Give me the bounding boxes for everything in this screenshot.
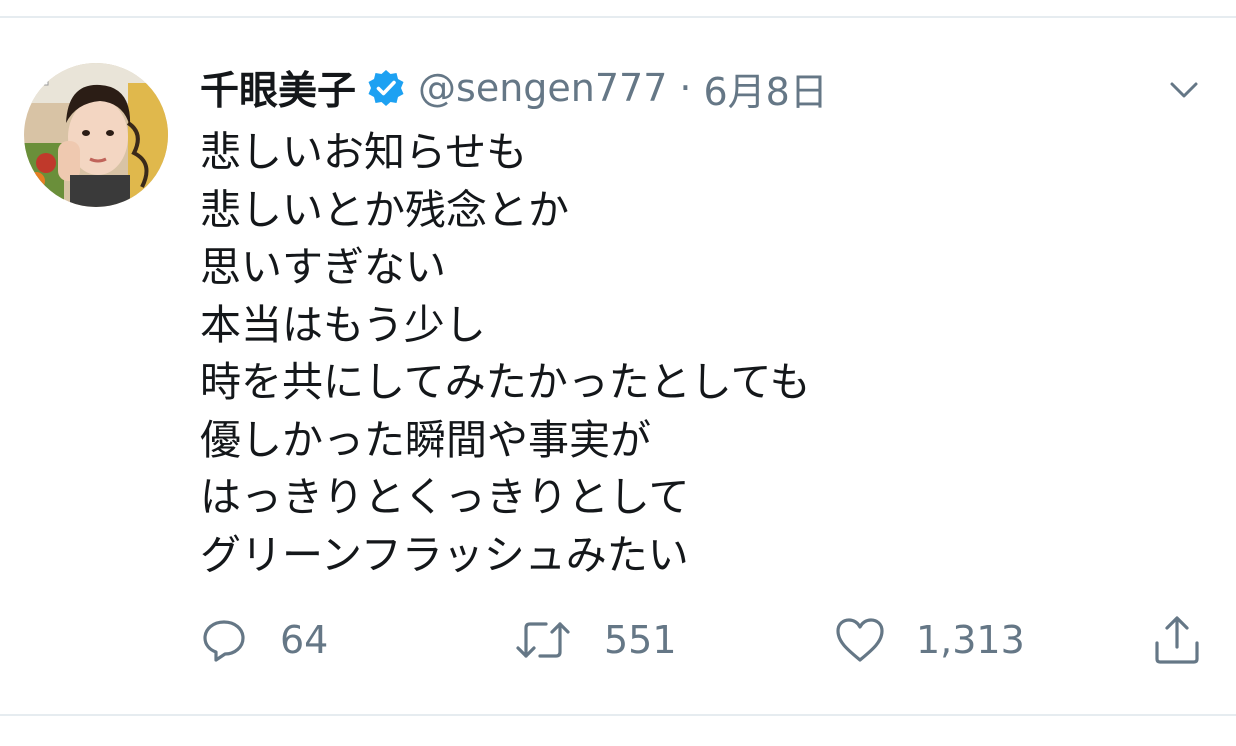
retweet-icon (516, 622, 570, 658)
display-name[interactable]: 千眼美子 (200, 60, 356, 116)
tweet-timestamp[interactable]: 6月8日 (703, 61, 827, 116)
tweet-text-line: 悲しいお知らせも (200, 128, 528, 176)
retweet-button[interactable]: 551 (514, 605, 677, 675)
user-handle[interactable]: @sengen777 (418, 66, 667, 110)
separator-dot: · (679, 66, 692, 110)
reply-icon (203, 620, 245, 662)
tweet-actions: 64 551 1,313 (0, 605, 1236, 675)
avatar[interactable] (24, 63, 168, 207)
reply-button[interactable]: 64 (200, 605, 328, 675)
heart-icon (836, 618, 884, 662)
top-divider (0, 16, 1236, 18)
avatar-image (24, 63, 168, 207)
tweet-text-line: 思いすぎない (200, 243, 446, 291)
like-button[interactable]: 1,313 (834, 605, 1025, 675)
tweet-text-line: はっきりとくっきりとして (200, 473, 690, 521)
tweet-text-line: グリーンフラッシュみたい (200, 530, 689, 579)
tweet-text-line: 時を共にしてみたかったとしても (200, 358, 811, 406)
retweet-count: 551 (604, 618, 677, 662)
bottom-divider (0, 714, 1236, 716)
tweet-text-line: 悲しいとか残念とか (200, 185, 569, 234)
tweet-text: 悲しいお知らせも 悲しいとか残念とか 思いすぎない 本当はもう少し 時を共にして… (200, 124, 1180, 584)
like-count: 1,313 (916, 618, 1025, 662)
tweet-text-line: 優しかった瞬間や事実が (200, 415, 651, 464)
tweet-text-line: 本当はもう少し (200, 300, 486, 349)
tweet-header: 千眼美子 @sengen777 · 6月8日 (200, 60, 828, 116)
verified-badge-icon (366, 68, 406, 108)
share-button[interactable] (1150, 605, 1204, 675)
share-icon (1155, 616, 1199, 664)
chevron-down-icon[interactable] (1164, 74, 1204, 106)
reply-count: 64 (280, 618, 329, 662)
